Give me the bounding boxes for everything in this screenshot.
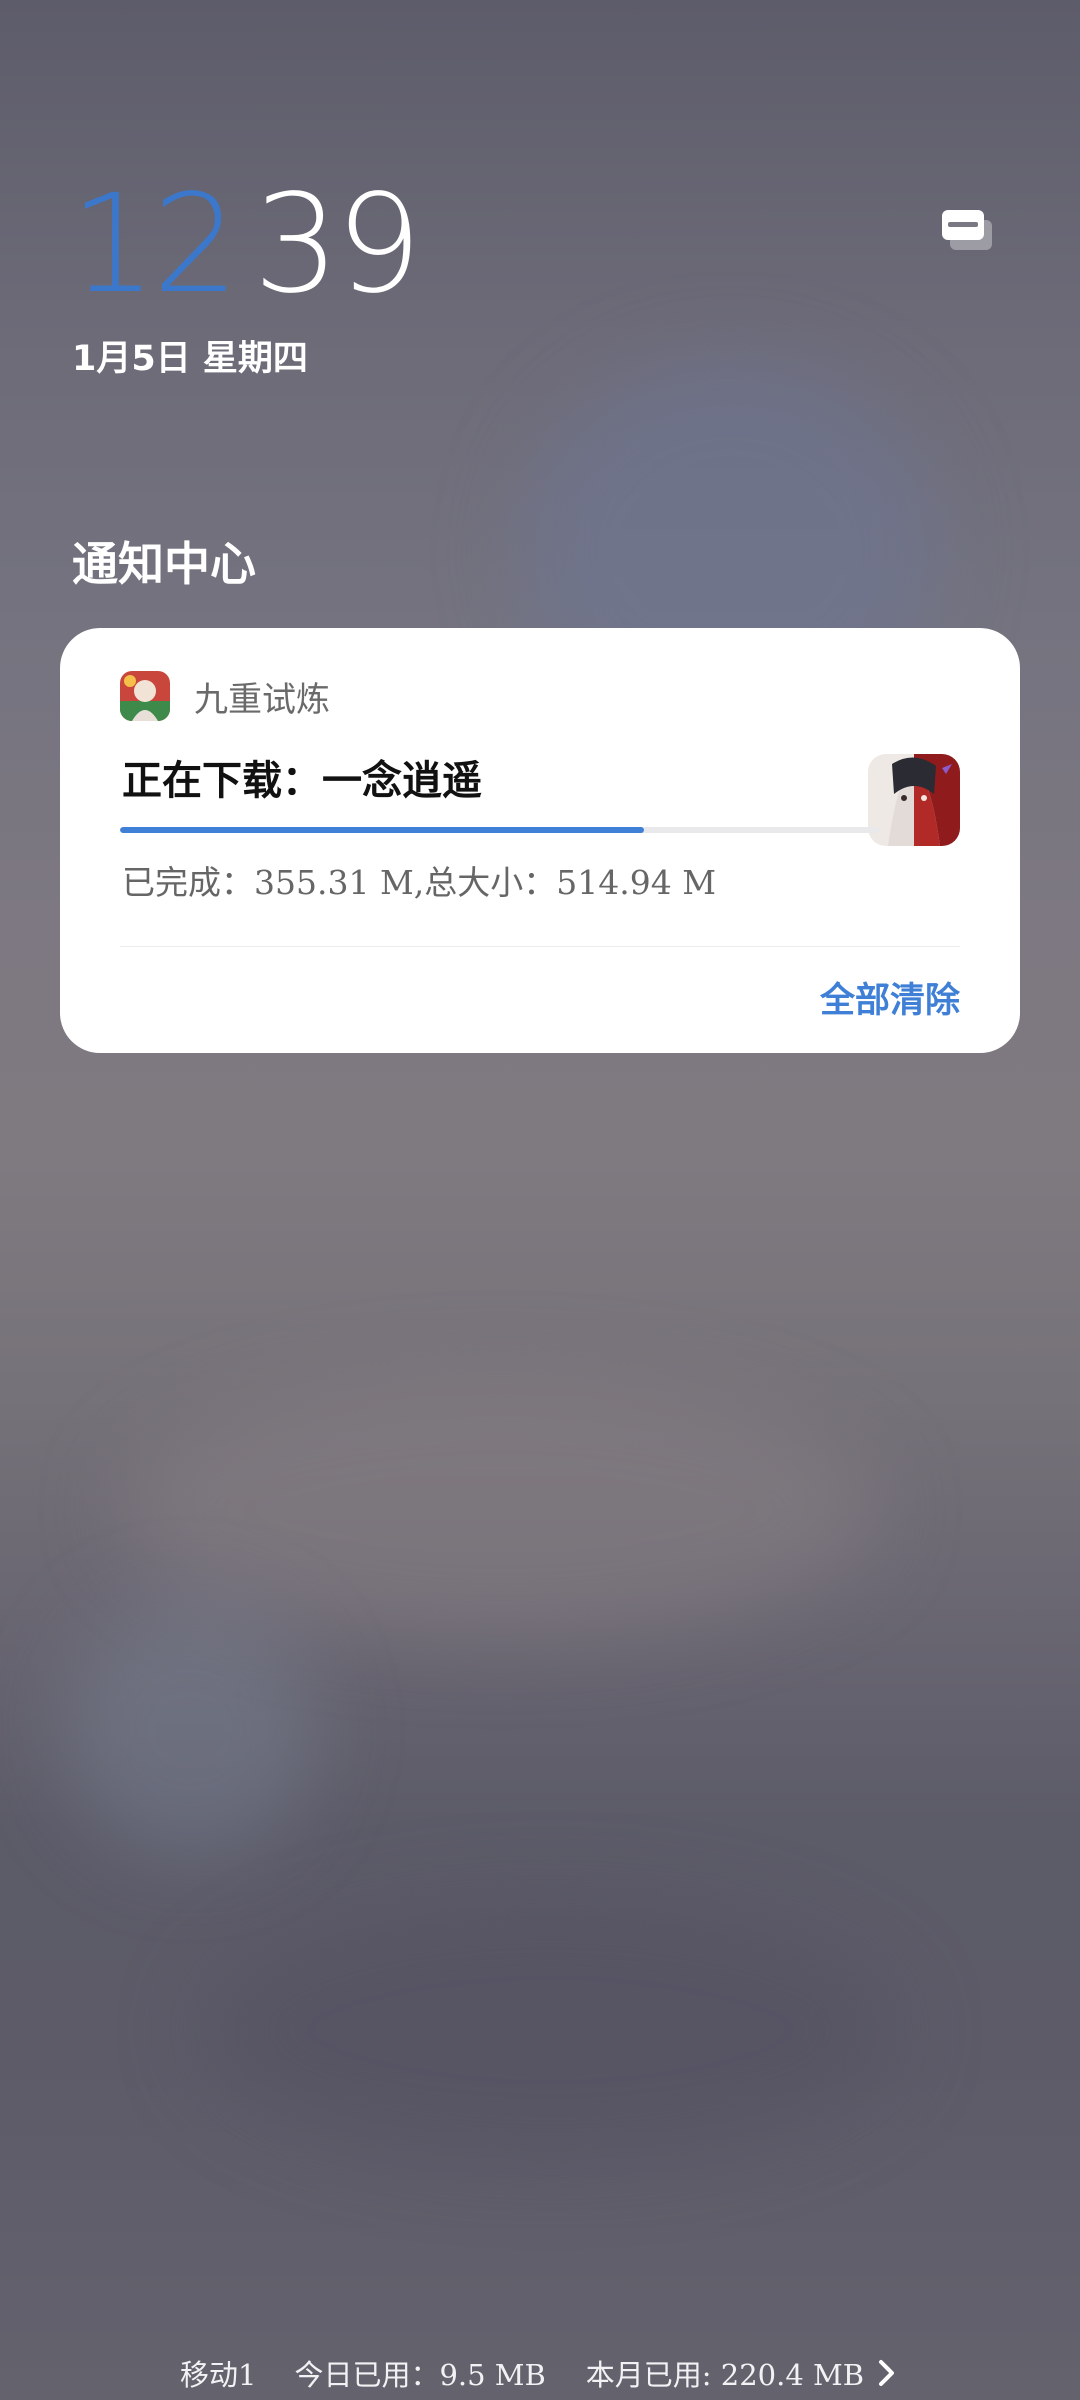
- notification-app-name: 九重试炼: [194, 679, 330, 720]
- today-usage-label: 今日已用：9.5 MB: [294, 2358, 546, 2392]
- carrier-label: 移动1: [179, 2358, 257, 2392]
- game-app-icon: [120, 671, 170, 721]
- wallpaper-blur: [200, 1900, 900, 2160]
- month-usage-label: 本月已用: 220.4 MB: [585, 2358, 865, 2392]
- download-title: 正在下载：一念逍遥: [122, 757, 482, 804]
- data-usage-bar[interactable]: 移动1 今日已用：9.5 MB 本月已用: 220.4 MB: [0, 2352, 1080, 2394]
- download-status-text: 已完成：355.31 M,总大小：514.94 M: [122, 863, 716, 902]
- game-thumbnail: [868, 754, 960, 846]
- notification-style-icon[interactable]: [938, 206, 998, 262]
- download-progress-fill: [120, 827, 645, 833]
- wallpaper-blur: [120, 1380, 880, 1640]
- notification-center-title: 通知中心: [72, 537, 256, 591]
- lockscreen-clock: 12 39: [70, 170, 422, 320]
- download-notification-card[interactable]: 九重试炼 正在下载：一念逍遥 已完成：355.31 M,总大小：514.94 M…: [60, 628, 1020, 1053]
- wallpaper-blur: [60, 1600, 320, 1860]
- clock-minutes: 39: [253, 166, 422, 324]
- chevron-right-icon[interactable]: [874, 2358, 900, 2388]
- notification-header: 九重试炼: [120, 670, 330, 722]
- card-divider: [120, 946, 960, 947]
- clear-all-button[interactable]: 全部清除: [820, 972, 960, 1023]
- download-progress-bar: [120, 827, 880, 833]
- lockscreen-date: 1月5日 星期四: [72, 339, 308, 379]
- clock-hours: 12: [70, 166, 239, 324]
